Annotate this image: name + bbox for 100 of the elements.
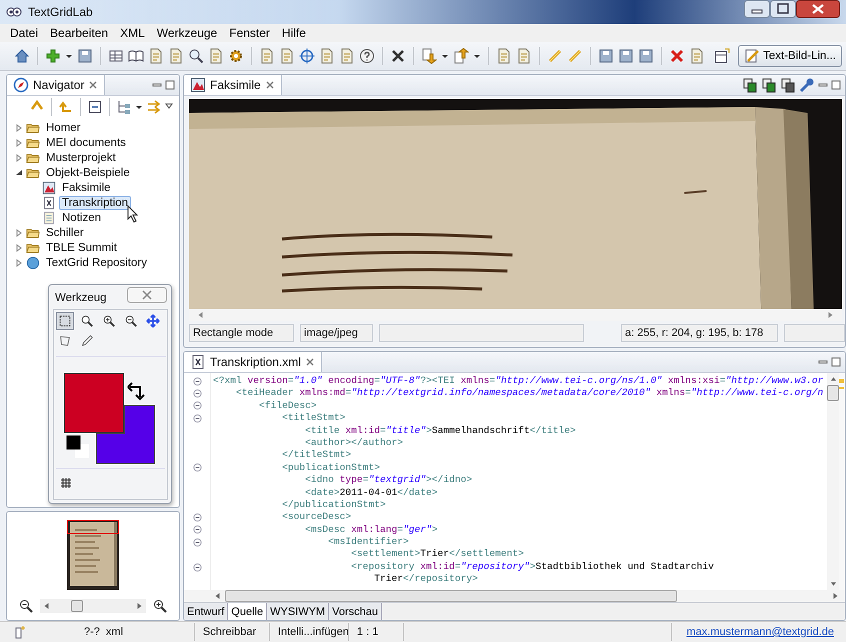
scroll-left-icon[interactable] xyxy=(214,592,221,600)
gear-icon[interactable] xyxy=(228,48,244,64)
maximize-icon[interactable] xyxy=(831,80,841,90)
swap-colors-icon[interactable] xyxy=(127,381,147,401)
scroll-right-icon[interactable] xyxy=(136,602,143,610)
document-icon[interactable] xyxy=(259,48,275,64)
document-icon[interactable] xyxy=(516,48,532,64)
editor-mode-tab[interactable]: Quelle xyxy=(228,603,268,620)
collapse-all-icon[interactable] xyxy=(87,99,103,115)
wrench-icon[interactable] xyxy=(799,77,815,93)
zoom-in-icon[interactable] xyxy=(152,598,168,614)
facsimile-tab[interactable]: Faksimile xyxy=(184,75,282,95)
arrow-up-icon[interactable] xyxy=(453,48,469,64)
save-icon[interactable] xyxy=(638,48,654,64)
close-icon[interactable] xyxy=(796,0,840,18)
fold-icon[interactable] xyxy=(192,376,202,386)
scroll-up-icon[interactable] xyxy=(830,375,836,383)
table-icon[interactable] xyxy=(108,48,124,64)
fold-icon[interactable] xyxy=(192,525,202,534)
expand-arrow-icon[interactable] xyxy=(15,124,23,132)
tree-item[interactable]: Transkription xyxy=(59,196,132,210)
copy-icon[interactable] xyxy=(742,77,758,93)
document-icon[interactable] xyxy=(168,48,184,64)
target-icon[interactable] xyxy=(299,48,315,64)
open-perspective-icon[interactable] xyxy=(714,48,730,64)
menu-item[interactable]: Hilfe xyxy=(276,26,312,40)
scroll-right-icon[interactable] xyxy=(832,592,839,600)
expand-arrow-icon[interactable] xyxy=(15,138,23,146)
maximize-icon[interactable] xyxy=(831,357,841,367)
expand-arrow-icon[interactable] xyxy=(15,154,23,162)
tree-item[interactable]: MEI documents xyxy=(43,136,129,150)
perspective-button[interactable]: Text-Bild-Lin... xyxy=(738,45,842,67)
arrow-down-icon[interactable] xyxy=(421,48,437,64)
help-icon[interactable] xyxy=(359,48,375,64)
document-icon[interactable] xyxy=(208,48,224,64)
fold-icon[interactable] xyxy=(192,401,202,410)
fold-icon[interactable] xyxy=(192,512,202,522)
editor-tab[interactable]: Transkription.xml xyxy=(184,352,322,372)
navigator-tab[interactable]: Navigator xyxy=(7,75,106,95)
expand-arrow-icon[interactable] xyxy=(15,258,23,266)
collapse-arrow-icon[interactable] xyxy=(15,168,23,176)
document-icon[interactable] xyxy=(689,48,705,64)
scroll-thumb[interactable] xyxy=(225,590,677,602)
tree-item[interactable]: Homer xyxy=(43,120,84,134)
search-icon[interactable] xyxy=(188,48,204,64)
scroll-right-icon[interactable] xyxy=(827,311,834,319)
tree-item[interactable]: Musterprojekt xyxy=(43,150,119,164)
grid-icon[interactable] xyxy=(60,477,72,489)
document-icon[interactable] xyxy=(148,48,164,64)
plus-icon[interactable] xyxy=(45,48,61,64)
scroll-down-icon[interactable] xyxy=(830,580,836,588)
maximize-icon[interactable] xyxy=(770,0,796,18)
tree-item[interactable]: Objekt-Beispiele xyxy=(43,166,133,180)
save-icon[interactable] xyxy=(598,48,614,64)
document-icon[interactable] xyxy=(319,48,335,64)
zoom-out-icon[interactable] xyxy=(18,598,34,614)
fold-icon[interactable] xyxy=(192,463,202,472)
copy-icon[interactable] xyxy=(761,77,777,93)
user-link[interactable]: max.mustermann@textgrid.de xyxy=(672,626,846,638)
tree-view-icon[interactable] xyxy=(116,99,132,115)
vertical-scrollbar[interactable] xyxy=(827,373,839,590)
copy-icon[interactable] xyxy=(780,77,796,93)
move-tool[interactable] xyxy=(144,312,162,330)
foreground-color-swatch[interactable] xyxy=(64,373,124,433)
minimize-icon[interactable] xyxy=(744,0,770,18)
save-icon[interactable] xyxy=(77,48,93,64)
menu-item[interactable]: Fenster xyxy=(223,26,276,40)
horizontal-scrollbar[interactable] xyxy=(184,590,845,602)
delete-icon[interactable] xyxy=(669,48,685,64)
editor-mode-tab[interactable]: Entwurf xyxy=(184,603,228,620)
tree-item[interactable]: Schiller xyxy=(43,226,87,240)
document-icon[interactable] xyxy=(279,48,295,64)
expand-arrow-icon[interactable] xyxy=(15,228,23,236)
maximize-icon[interactable] xyxy=(165,80,175,90)
slider-thumb[interactable] xyxy=(70,600,83,612)
tree-item[interactable]: Notizen xyxy=(59,210,104,224)
rectangle-select-tool[interactable] xyxy=(56,312,74,330)
menu-item[interactable]: Bearbeiten xyxy=(44,26,114,40)
document-icon[interactable] xyxy=(496,48,512,64)
expand-arrow-icon[interactable] xyxy=(15,244,23,252)
menu-item[interactable]: XML xyxy=(114,26,151,40)
save-icon[interactable] xyxy=(618,48,634,64)
fold-icon[interactable] xyxy=(192,414,202,423)
close-icon[interactable] xyxy=(390,48,406,64)
editor-mode-tab[interactable]: WYSIWYM xyxy=(267,603,330,620)
book-icon[interactable] xyxy=(128,48,144,64)
document-icon[interactable] xyxy=(339,48,355,64)
editor-mode-tab[interactable]: Vorschau xyxy=(329,603,382,620)
background-color-swatch[interactable] xyxy=(96,405,155,464)
home-icon[interactable] xyxy=(14,48,30,64)
tree-item[interactable]: Faksimile xyxy=(59,180,114,194)
fold-icon[interactable] xyxy=(192,389,202,398)
scroll-left-icon[interactable] xyxy=(43,602,50,610)
overview-ruler-marker[interactable] xyxy=(839,379,844,383)
viewport-frame[interactable] xyxy=(67,520,119,534)
fold-icon[interactable] xyxy=(192,538,202,547)
zoom-slider[interactable] xyxy=(40,599,146,613)
scroll-thumb[interactable] xyxy=(827,385,839,401)
scroll-left-icon[interactable] xyxy=(197,311,204,319)
menu-item[interactable]: Datei xyxy=(4,26,44,40)
